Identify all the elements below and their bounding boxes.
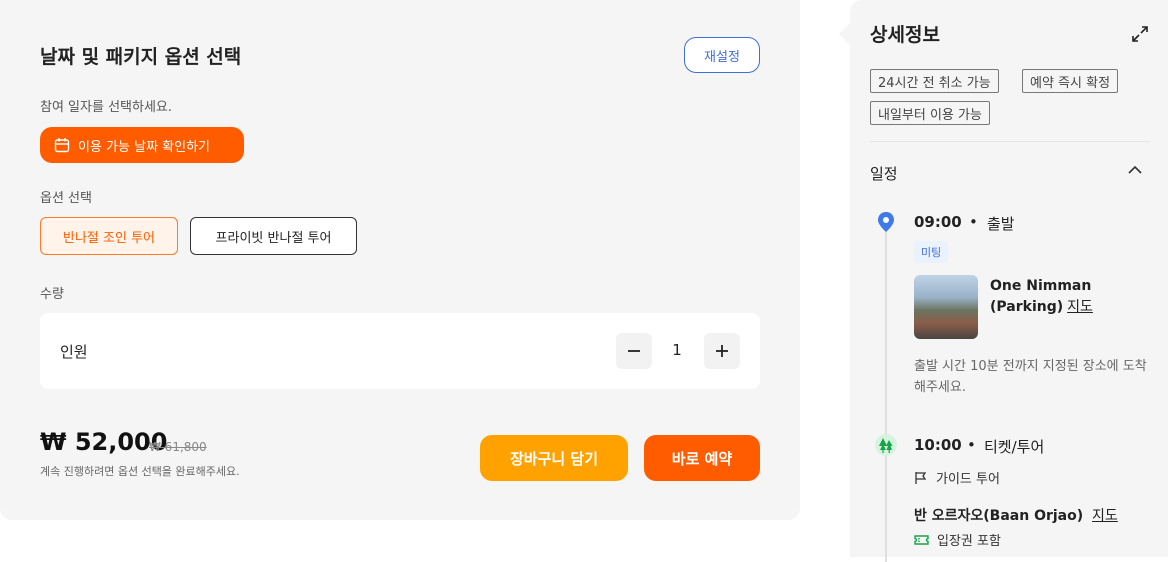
expand-icon[interactable]	[1130, 24, 1150, 44]
place-name-line2-row: (Parking) 지도	[990, 297, 1160, 318]
ticket-row: 입장권 포함	[914, 530, 1001, 549]
step-1-name: 출발	[987, 215, 1015, 233]
hint-text: 계속 진행하려면 옵션 선택을 완료해주세요.	[40, 465, 240, 478]
step-1-separator: •	[969, 213, 978, 231]
divider	[870, 141, 1150, 142]
step-2-separator: •	[967, 436, 976, 454]
map-link-2[interactable]: 지도	[1092, 508, 1118, 524]
tag-cancel: 24시간 전 취소 가능	[870, 69, 999, 93]
book-now-button[interactable]: 바로 예약	[644, 435, 760, 481]
step-1-time: 09:00	[914, 213, 962, 231]
place-2-name: 반 오르자오(Baan Orjao)	[914, 508, 1084, 524]
date-prompt: 참여 일자를 선택하세요.	[40, 100, 172, 115]
tree-icon	[875, 434, 897, 456]
quantity-label: 수량	[40, 287, 64, 302]
ticket-icon	[914, 534, 929, 545]
guide-row: 가이드 투어	[914, 468, 1000, 487]
tag-instant-confirm: 예약 즉시 확정	[1022, 69, 1119, 93]
place-name-line2: (Parking)	[990, 299, 1064, 315]
step-2-name: 티켓/투어	[984, 438, 1045, 456]
increment-button[interactable]	[704, 333, 740, 369]
itinerary-title: 일정	[870, 165, 898, 183]
option-join-tour[interactable]: 반나절 조인 투어	[40, 217, 178, 255]
place-name-line1: One Nimman	[990, 278, 1092, 294]
flag-icon	[915, 471, 927, 484]
calendar-icon	[54, 138, 70, 153]
place-photo	[914, 275, 978, 339]
quantity-row: 인원 1	[40, 313, 760, 389]
timeline-line	[885, 232, 887, 562]
details-panel: 상세정보 24시간 전 취소 가능 예약 즉시 확정 내일부터 이용 가능 일정…	[850, 0, 1168, 562]
quantity-item-label: 인원	[60, 343, 88, 361]
meeting-badge: 미팅	[914, 241, 949, 263]
minus-icon	[628, 350, 640, 352]
chevron-up-icon[interactable]	[1126, 161, 1144, 179]
place-name: One Nimman (Parking) 지도	[990, 276, 1160, 318]
quantity-value: 1	[672, 341, 682, 359]
section-title: 날짜 및 패키지 옵션 선택	[40, 46, 242, 68]
location-pin-icon	[878, 212, 894, 232]
plus-icon	[716, 345, 728, 357]
tag-available-tomorrow: 내일부터 이용 가능	[870, 101, 990, 125]
check-dates-button[interactable]: 이용 가능 날짜 확인하기	[40, 127, 244, 163]
option-label: 옵션 선택	[40, 191, 92, 206]
place-2: 반 오르자오(Baan Orjao) 지도	[914, 505, 1118, 525]
guide-label: 가이드 투어	[936, 472, 1000, 487]
check-dates-label: 이용 가능 날짜 확인하기	[78, 139, 210, 155]
step-1-description: 출발 시간 10분 전까지 지정된 장소에 도착해주세요.	[914, 359, 1147, 395]
reset-button[interactable]: 재설정	[684, 37, 760, 73]
details-title: 상세정보	[870, 24, 940, 46]
map-link[interactable]: 지도	[1067, 299, 1093, 315]
decrement-button[interactable]	[616, 333, 652, 369]
add-to-cart-button[interactable]: 장바구니 담기	[480, 435, 628, 481]
step-2-time: 10:00	[914, 436, 962, 454]
ticket-label: 입장권 포함	[937, 534, 1001, 549]
original-price: ₩ 61,800	[149, 440, 207, 454]
booking-options-card: 날짜 및 패키지 옵션 선택 재설정 참여 일자를 선택하세요. 이용 가능 날…	[0, 0, 800, 520]
option-private-tour[interactable]: 프라이빗 반나절 투어	[190, 217, 357, 255]
